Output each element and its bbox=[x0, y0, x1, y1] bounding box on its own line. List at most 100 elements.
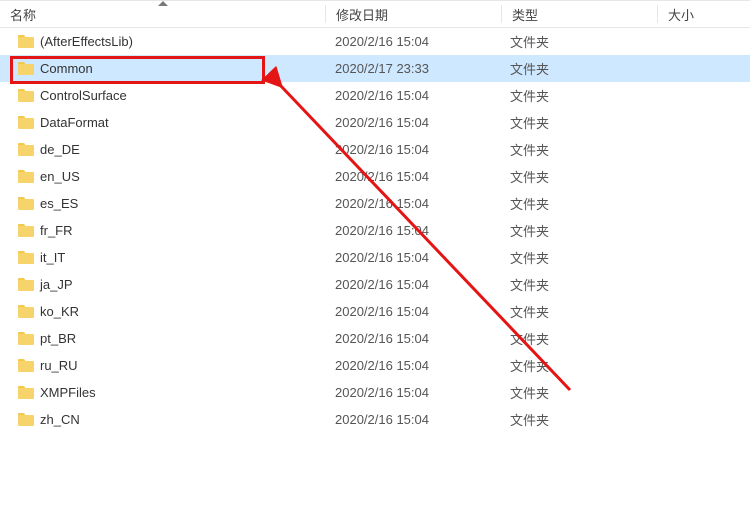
column-header-date-label: 修改日期 bbox=[336, 5, 388, 24]
folder-icon bbox=[18, 35, 34, 48]
file-name-label: ko_KR bbox=[40, 304, 79, 319]
file-row[interactable]: ja_JP 2020/2/16 15:04文件夹 bbox=[0, 271, 750, 298]
folder-icon bbox=[18, 224, 34, 237]
file-row[interactable]: ControlSurface 2020/2/16 15:04文件夹 bbox=[0, 82, 750, 109]
file-row[interactable]: XMPFiles 2020/2/16 15:04文件夹 bbox=[0, 379, 750, 406]
column-header-name-label: 名称 bbox=[10, 5, 36, 24]
file-name-label: en_US bbox=[40, 169, 80, 184]
file-type-cell: 文件夹 bbox=[500, 167, 655, 186]
file-date-cell: 2020/2/16 15:04 bbox=[325, 412, 500, 427]
file-type-cell: 文件夹 bbox=[500, 32, 655, 51]
file-type-cell: 文件夹 bbox=[500, 221, 655, 240]
file-name-cell: ja_JP bbox=[0, 277, 325, 292]
file-row[interactable]: de_DE 2020/2/16 15:04文件夹 bbox=[0, 136, 750, 163]
column-header-date[interactable]: 修改日期 bbox=[326, 1, 501, 27]
column-header-type[interactable]: 类型 bbox=[502, 1, 657, 27]
file-name-cell: (AfterEffectsLib) bbox=[0, 34, 325, 49]
folder-icon bbox=[18, 89, 34, 102]
folder-icon bbox=[18, 332, 34, 345]
file-date-cell: 2020/2/16 15:04 bbox=[325, 358, 500, 373]
file-row[interactable]: ko_KR 2020/2/16 15:04文件夹 bbox=[0, 298, 750, 325]
file-name-cell: ko_KR bbox=[0, 304, 325, 319]
column-header-row: 名称 修改日期 类型 大小 bbox=[0, 0, 750, 28]
file-type-cell: 文件夹 bbox=[500, 59, 655, 78]
file-type-cell: 文件夹 bbox=[500, 113, 655, 132]
file-row[interactable]: en_US 2020/2/16 15:04文件夹 bbox=[0, 163, 750, 190]
sort-ascending-icon bbox=[158, 1, 168, 6]
file-name-label: zh_CN bbox=[40, 412, 80, 427]
file-row[interactable]: it_IT2020/2/16 15:04文件夹 bbox=[0, 244, 750, 271]
file-name-label: DataFormat bbox=[40, 115, 109, 130]
file-name-cell: ControlSurface bbox=[0, 88, 325, 103]
file-date-cell: 2020/2/16 15:04 bbox=[325, 277, 500, 292]
file-name-cell: DataFormat bbox=[0, 115, 325, 130]
file-name-cell: fr_FR bbox=[0, 223, 325, 238]
file-name-label: fr_FR bbox=[40, 223, 73, 238]
folder-icon bbox=[18, 251, 34, 264]
file-type-cell: 文件夹 bbox=[500, 140, 655, 159]
file-date-cell: 2020/2/16 15:04 bbox=[325, 304, 500, 319]
file-name-cell: en_US bbox=[0, 169, 325, 184]
file-row[interactable]: fr_FR 2020/2/16 15:04文件夹 bbox=[0, 217, 750, 244]
file-date-cell: 2020/2/16 15:04 bbox=[325, 34, 500, 49]
file-type-cell: 文件夹 bbox=[500, 86, 655, 105]
file-row[interactable]: zh_CN 2020/2/16 15:04文件夹 bbox=[0, 406, 750, 433]
folder-icon bbox=[18, 143, 34, 156]
file-name-label: ControlSurface bbox=[40, 88, 127, 103]
file-type-cell: 文件夹 bbox=[500, 329, 655, 348]
file-name-label: de_DE bbox=[40, 142, 80, 157]
file-name-label: ru_RU bbox=[40, 358, 78, 373]
file-date-cell: 2020/2/16 15:04 bbox=[325, 196, 500, 211]
file-name-label: pt_BR bbox=[40, 331, 76, 346]
folder-icon bbox=[18, 197, 34, 210]
column-header-type-label: 类型 bbox=[512, 5, 538, 24]
file-date-cell: 2020/2/16 15:04 bbox=[325, 223, 500, 238]
file-date-cell: 2020/2/16 15:04 bbox=[325, 169, 500, 184]
file-type-cell: 文件夹 bbox=[500, 248, 655, 267]
file-name-cell: ru_RU bbox=[0, 358, 325, 373]
file-row[interactable]: Common 2020/2/17 23:33文件夹 bbox=[0, 55, 750, 82]
folder-icon bbox=[18, 116, 34, 129]
file-name-label: ja_JP bbox=[40, 277, 73, 292]
file-name-label: Common bbox=[40, 61, 93, 76]
file-date-cell: 2020/2/17 23:33 bbox=[325, 61, 500, 76]
file-type-cell: 文件夹 bbox=[500, 275, 655, 294]
file-date-cell: 2020/2/16 15:04 bbox=[325, 385, 500, 400]
file-type-cell: 文件夹 bbox=[500, 302, 655, 321]
file-type-cell: 文件夹 bbox=[500, 356, 655, 375]
folder-icon bbox=[18, 359, 34, 372]
folder-icon bbox=[18, 170, 34, 183]
column-header-size[interactable]: 大小 bbox=[658, 1, 750, 27]
file-name-cell: XMPFiles bbox=[0, 385, 325, 400]
file-type-cell: 文件夹 bbox=[500, 383, 655, 402]
folder-icon bbox=[18, 386, 34, 399]
folder-icon bbox=[18, 62, 34, 75]
file-row[interactable]: ru_RU 2020/2/16 15:04文件夹 bbox=[0, 352, 750, 379]
file-name-cell: Common bbox=[0, 61, 325, 76]
folder-icon bbox=[18, 278, 34, 291]
file-date-cell: 2020/2/16 15:04 bbox=[325, 88, 500, 103]
file-name-cell: it_IT bbox=[0, 250, 325, 265]
file-type-cell: 文件夹 bbox=[500, 410, 655, 429]
file-name-cell: es_ES bbox=[0, 196, 325, 211]
file-name-cell: pt_BR bbox=[0, 331, 325, 346]
file-list: (AfterEffectsLib)2020/2/16 15:04文件夹Commo… bbox=[0, 28, 750, 433]
file-row[interactable]: es_ES 2020/2/16 15:04文件夹 bbox=[0, 190, 750, 217]
file-name-label: es_ES bbox=[40, 196, 78, 211]
file-row[interactable]: pt_BR 2020/2/16 15:04文件夹 bbox=[0, 325, 750, 352]
folder-icon bbox=[18, 413, 34, 426]
folder-icon bbox=[18, 305, 34, 318]
file-row[interactable]: DataFormat 2020/2/16 15:04文件夹 bbox=[0, 109, 750, 136]
file-name-label: it_IT bbox=[40, 250, 65, 265]
file-name-cell: zh_CN bbox=[0, 412, 325, 427]
file-name-label: XMPFiles bbox=[40, 385, 96, 400]
file-date-cell: 2020/2/16 15:04 bbox=[325, 331, 500, 346]
file-row[interactable]: (AfterEffectsLib) 2020/2/16 15:04文件夹 bbox=[0, 28, 750, 55]
file-date-cell: 2020/2/16 15:04 bbox=[325, 142, 500, 157]
file-type-cell: 文件夹 bbox=[500, 194, 655, 213]
file-name-label: (AfterEffectsLib) bbox=[40, 34, 133, 49]
column-header-size-label: 大小 bbox=[668, 5, 694, 24]
file-name-cell: de_DE bbox=[0, 142, 325, 157]
column-header-name[interactable]: 名称 bbox=[0, 1, 325, 27]
file-date-cell: 2020/2/16 15:04 bbox=[325, 115, 500, 130]
